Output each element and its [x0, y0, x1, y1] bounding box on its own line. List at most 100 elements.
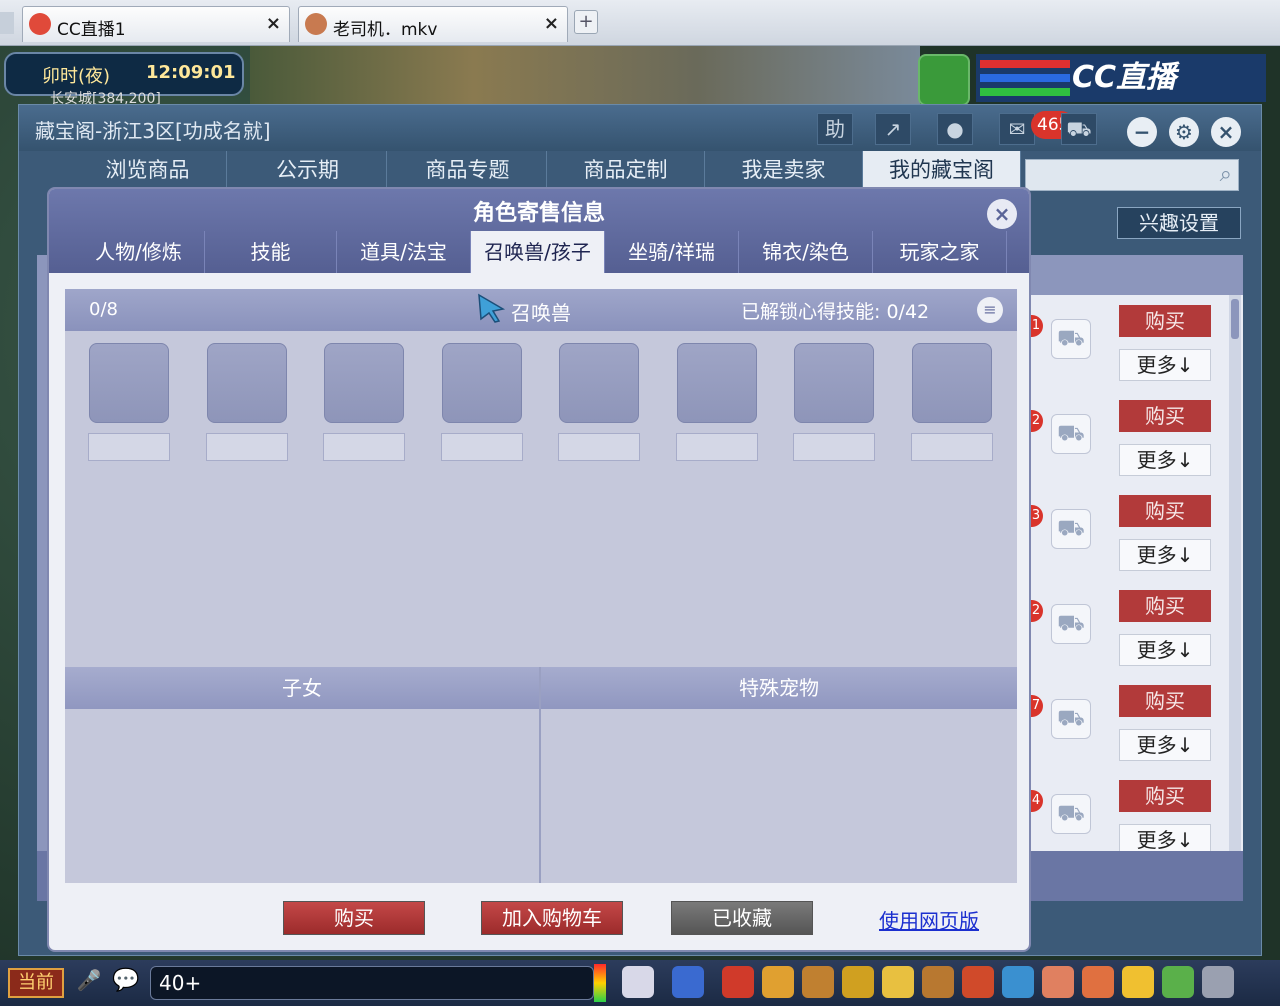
more-button[interactable]: 更多↓ [1119, 539, 1211, 571]
chat-input[interactable]: 40+ [150, 966, 594, 1000]
tab-topics[interactable]: 商品专题 [389, 151, 547, 187]
record-icon[interactable]: ● [937, 113, 973, 145]
system-icon[interactable] [1202, 966, 1234, 998]
flag-icon[interactable] [962, 966, 994, 998]
help-button[interactable]: 助 [817, 113, 853, 145]
pets-box: 0/8 召唤兽 已解锁心得技能: 0/42 ≡ 子女 特殊宠物 [65, 289, 1017, 883]
cc-live-logo: CC直播 [1072, 60, 1177, 95]
tab-items[interactable]: 道具/法宝 [337, 231, 471, 273]
search-icon[interactable]: ⌕ [1220, 162, 1232, 187]
more-button[interactable]: 更多↓ [1119, 824, 1211, 851]
scroll-icon[interactable] [802, 966, 834, 998]
pet-slot[interactable] [677, 343, 757, 423]
tab-my-pavilion[interactable]: 我的藏宝阁 [863, 151, 1021, 187]
role-sale-dialog: 角色寄售信息 × 人物/修炼 技能 道具/法宝 召唤兽/孩子 坐骑/祥瑞 锦衣/… [47, 187, 1031, 952]
share-icon[interactable]: ↗ [875, 113, 911, 145]
cc-icon[interactable] [1162, 966, 1194, 998]
special-pets-heading: 特殊宠物 [541, 667, 1017, 709]
list-scrollbar[interactable] [1229, 295, 1241, 851]
new-tab-button[interactable]: + [574, 10, 598, 34]
tab-character[interactable]: 人物/修炼 [73, 231, 205, 273]
pet-slot[interactable] [442, 343, 522, 423]
smile-icon[interactable] [1122, 966, 1154, 998]
buy-button[interactable]: 购买 [283, 901, 425, 935]
list-item: 2 ⛟ 购买 更多↓ [1029, 396, 1229, 486]
minimize-icon[interactable]: − [1127, 117, 1157, 147]
pet-icon[interactable] [622, 966, 654, 998]
cart-icon[interactable]: ⛟ [1051, 699, 1091, 739]
tab-skills[interactable]: 技能 [205, 231, 337, 273]
handshake-icon[interactable] [1082, 966, 1114, 998]
shortcut-tray [622, 966, 1274, 1000]
chat-bubble-icon[interactable]: ✉ [999, 113, 1035, 145]
tab-browse[interactable]: 浏览商品 [69, 151, 227, 187]
cart-icon[interactable]: ⛟ [1051, 509, 1091, 549]
buy-button[interactable]: 购买 [1119, 495, 1211, 527]
tab-pets[interactable]: 召唤兽/孩子 [471, 231, 605, 273]
cc-live-icon [29, 13, 51, 35]
tab-video[interactable]: 老司机．mkv × [298, 6, 568, 42]
pet-slot[interactable] [207, 343, 287, 423]
scene-backdrop [250, 46, 920, 106]
chest-icon[interactable] [722, 966, 754, 998]
cart-icon[interactable]: ⛟ [1051, 794, 1091, 834]
tab-mounts[interactable]: 坐骑/祥瑞 [605, 231, 739, 273]
section-divider [539, 667, 541, 883]
item-icon[interactable] [762, 966, 794, 998]
list-menu-icon[interactable]: ≡ [977, 297, 1003, 323]
pet-name-field [558, 433, 640, 461]
buy-button[interactable]: 购买 [1119, 780, 1211, 812]
buy-button[interactable]: 购买 [1119, 305, 1211, 337]
more-button[interactable]: 更多↓ [1119, 729, 1211, 761]
dialog-close-button[interactable]: × [987, 199, 1017, 229]
more-button[interactable]: 更多↓ [1119, 349, 1211, 381]
cart-icon[interactable]: ⛟ [1051, 604, 1091, 644]
tab-seller[interactable]: 我是卖家 [705, 151, 863, 187]
rank-badge: 7 [1029, 695, 1043, 717]
scroll-thumb[interactable] [1231, 299, 1239, 339]
pet-slot[interactable] [89, 343, 169, 423]
chat-icon[interactable]: 💬 [110, 968, 142, 998]
web-version-link[interactable]: 使用网页版 [879, 905, 979, 934]
pet-slot[interactable] [794, 343, 874, 423]
tab-scroll-left[interactable] [0, 12, 14, 34]
tab-public-period[interactable]: 公示期 [229, 151, 387, 187]
pet-slot[interactable] [559, 343, 639, 423]
buy-button[interactable]: 购买 [1119, 590, 1211, 622]
tab-cc-live[interactable]: CC直播1 × [22, 6, 290, 42]
add-to-cart-button[interactable]: 加入购物车 [481, 901, 623, 935]
cart-icon[interactable]: ⛟ [1051, 414, 1091, 454]
player-avatar[interactable] [918, 54, 970, 106]
gift-icon[interactable] [842, 966, 874, 998]
interest-settings-button[interactable]: 兴趣设置 [1117, 207, 1241, 239]
friends-icon[interactable] [1002, 966, 1034, 998]
cart-icon[interactable]: ⛟ [1061, 113, 1097, 145]
favorited-button[interactable]: 已收藏 [671, 901, 813, 935]
close-icon[interactable]: × [1211, 117, 1241, 147]
more-button[interactable]: 更多↓ [1119, 634, 1211, 666]
game-clock: 12:09:01 [146, 62, 236, 83]
sword-icon[interactable] [672, 966, 704, 998]
pets-header: 0/8 召唤兽 已解锁心得技能: 0/42 ≡ [65, 289, 1017, 331]
buy-button[interactable]: 购买 [1119, 685, 1211, 717]
pet-slot[interactable] [912, 343, 992, 423]
gear-icon[interactable]: ⚙ [1169, 117, 1199, 147]
tab-custom[interactable]: 商品定制 [547, 151, 705, 187]
peach-icon[interactable] [1042, 966, 1074, 998]
pet-slot[interactable] [324, 343, 404, 423]
map-icon[interactable] [922, 966, 954, 998]
channel-button[interactable]: 当前 [8, 968, 64, 998]
search-input[interactable]: ⌕ [1025, 159, 1239, 191]
more-button[interactable]: 更多↓ [1119, 444, 1211, 476]
list-item: 4 ⛟ 购买 更多↓ [1029, 776, 1229, 851]
buy-button[interactable]: 购买 [1119, 400, 1211, 432]
close-icon[interactable]: × [544, 13, 559, 34]
skills-label: 已解锁心得技能: 0/42 [741, 301, 930, 323]
tab-home[interactable]: 玩家之家 [873, 231, 1007, 273]
tab-outfits[interactable]: 锦衣/染色 [739, 231, 873, 273]
close-icon[interactable]: × [266, 13, 281, 34]
microphone-icon[interactable]: 🎤 [76, 968, 102, 998]
cart-icon[interactable]: ⛟ [1051, 319, 1091, 359]
star-icon[interactable] [882, 966, 914, 998]
children-list [65, 709, 539, 883]
